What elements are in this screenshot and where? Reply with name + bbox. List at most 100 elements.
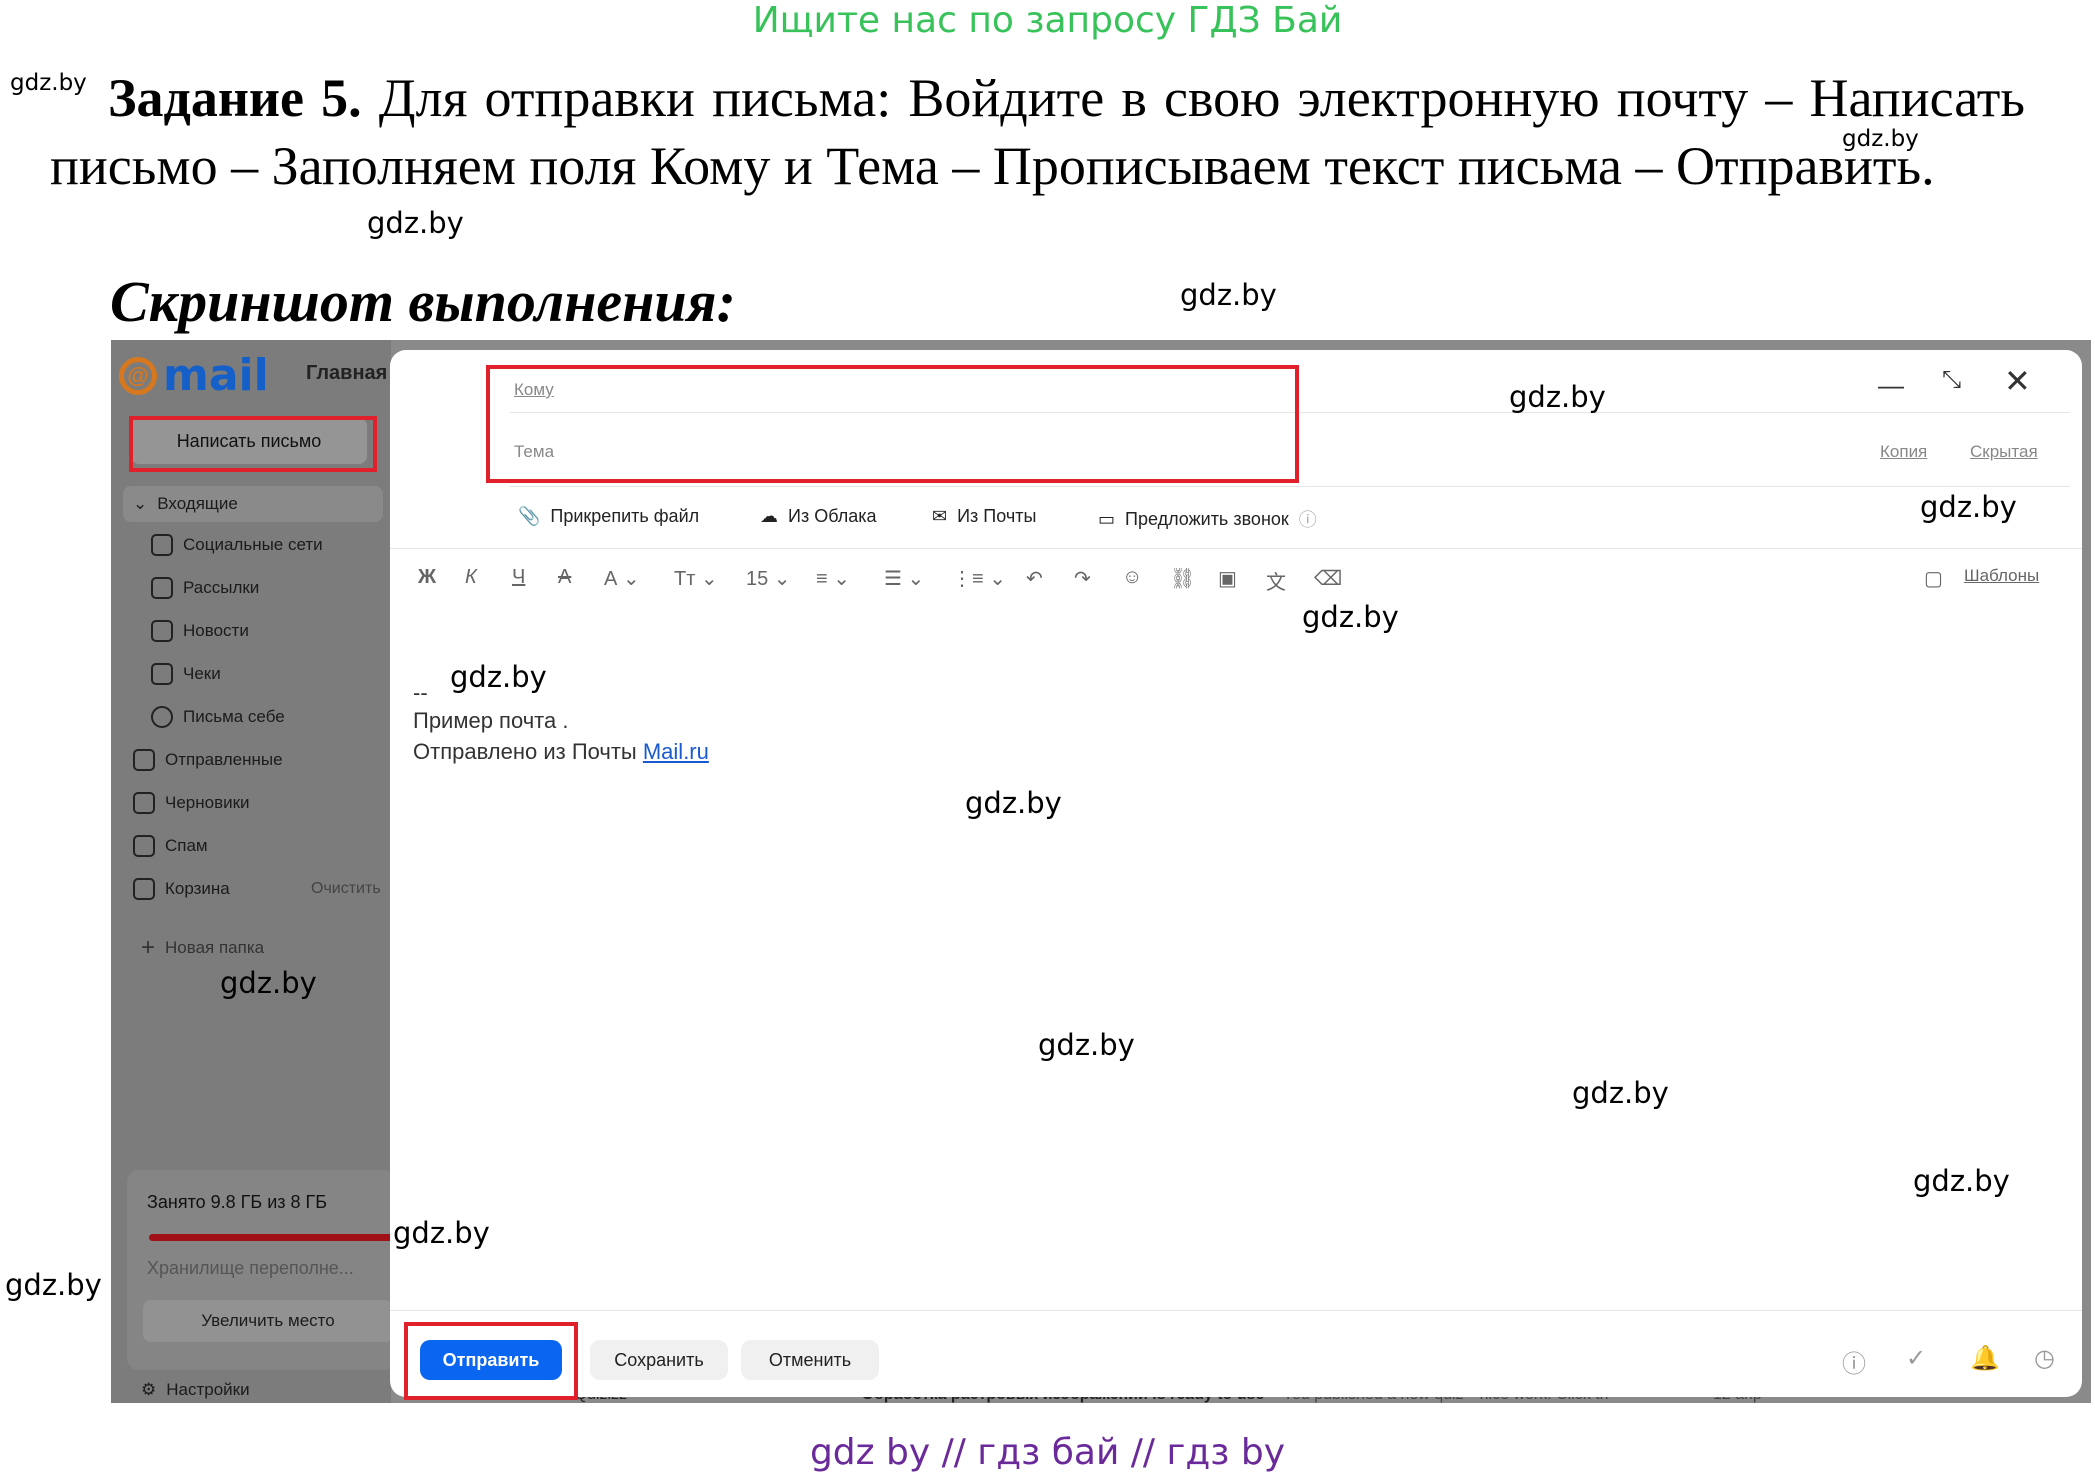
- bcc-link[interactable]: Скрытая: [1970, 442, 2038, 462]
- new-folder-label: Новая папка: [165, 938, 265, 957]
- increase-storage-button[interactable]: Увеличить место: [143, 1300, 393, 1342]
- sidebar-item-label: Отправленные: [165, 750, 283, 769]
- drafts-icon: [133, 792, 155, 814]
- divider: [390, 1310, 2082, 1311]
- sidebar-item-to-self[interactable]: Письма себе: [151, 706, 285, 728]
- highlight-to-subject: [486, 365, 1299, 483]
- emoji-icon[interactable]: ☺: [1122, 566, 1142, 589]
- divider: [390, 548, 2082, 549]
- mail-ru-link[interactable]: Mail.ru: [643, 739, 709, 764]
- link-icon[interactable]: ⛓: [1170, 566, 1195, 591]
- templates-icon: ▢: [1924, 568, 1943, 590]
- new-folder-button[interactable]: + Новая папка: [141, 934, 264, 962]
- task-title: Задание 5.: [108, 68, 362, 128]
- divider: [510, 486, 2070, 487]
- watermark: gdz.by: [1509, 380, 1606, 414]
- sidebar-item-label: Черновики: [165, 793, 250, 812]
- highlight-send: [404, 1322, 578, 1400]
- receipt-check-icon[interactable]: ✓: [1906, 1344, 1926, 1373]
- suggest-call-button[interactable]: ▭ Предложить звонок ⓘ: [1098, 506, 1317, 532]
- settings-link[interactable]: ⚙ Настройки: [141, 1380, 250, 1400]
- watermark: gdz.by: [1180, 278, 1277, 312]
- watermark: gdz.by: [393, 1216, 490, 1250]
- chevron-down-icon: ⌄: [133, 494, 148, 513]
- sidebar-item-news[interactable]: Новости: [151, 620, 249, 642]
- translate-icon[interactable]: 文: [1266, 566, 1286, 595]
- logo-text: mail: [163, 350, 269, 401]
- cancel-button[interactable]: Отменить: [741, 1340, 879, 1380]
- signature-dash: --: [413, 680, 428, 705]
- image-icon[interactable]: ▣: [1218, 566, 1237, 591]
- signature-name: Пример почта .: [413, 708, 569, 733]
- font-size-select[interactable]: 15 ⌄: [746, 566, 791, 591]
- watermark: gdz.by: [367, 206, 464, 240]
- storage-bar: [149, 1234, 409, 1241]
- sidebar-item-trash[interactable]: Корзина: [133, 878, 230, 900]
- bell-icon[interactable]: 🔔: [1970, 1344, 2000, 1373]
- redo-icon[interactable]: ↷: [1074, 566, 1091, 591]
- eraser-icon[interactable]: ⌫: [1314, 566, 1342, 591]
- sidebar-item-sent[interactable]: Отправленные: [133, 749, 283, 771]
- list-icon[interactable]: ⋮≡ ⌄: [952, 566, 1006, 591]
- sidebar-item-label: Письма себе: [183, 707, 285, 726]
- from-mail-button[interactable]: ✉ Из Почты: [932, 506, 1036, 527]
- from-cloud-button[interactable]: ☁ Из Облака: [760, 506, 877, 527]
- attach-label: Прикрепить файл: [550, 506, 700, 526]
- cloud-label: Из Облака: [788, 506, 877, 526]
- screenshot-title: Скриншот выполнения:: [110, 269, 736, 334]
- storage-card: Занято 9.8 ГБ из 8 ГБ Хранилище переполн…: [127, 1170, 409, 1370]
- mail-logo: @ mail: [119, 350, 269, 401]
- sidebar-item-drafts[interactable]: Черновики: [133, 792, 250, 814]
- cc-link[interactable]: Копия: [1880, 442, 1927, 462]
- sidebar-item-label: Корзина: [165, 879, 230, 898]
- sidebar-item-newsletters[interactable]: Рассылки: [151, 577, 259, 599]
- help-icon[interactable]: ⓘ: [1299, 506, 1317, 532]
- sidebar-item-receipts[interactable]: Чеки: [151, 663, 221, 685]
- trash-icon: [133, 878, 155, 900]
- strikethrough-icon[interactable]: А: [558, 566, 571, 589]
- close-icon[interactable]: ✕: [2004, 362, 2031, 400]
- underline-icon[interactable]: Ч: [512, 566, 525, 589]
- priority-icon[interactable]: ⓘ: [1842, 1344, 1866, 1379]
- bold-icon[interactable]: Ж: [418, 566, 436, 589]
- compose-window: Кому Тема — ⤡ ✕ Копия Скрытая 📎 Прикрепит…: [390, 350, 2082, 1400]
- footer-banner: gdz by // гдз бай // гдз by: [809, 1432, 1286, 1473]
- watermark: gdz.by: [1842, 126, 1919, 152]
- main-tab[interactable]: Главная: [306, 362, 387, 385]
- watermark: gdz.by: [1572, 1076, 1669, 1110]
- from-mail-label: Из Почты: [957, 506, 1037, 526]
- call-label: Предложить звонок: [1125, 508, 1289, 529]
- mail-sidebar: @ mail Главная Написать письмо ⌄ Входящие…: [111, 340, 409, 1403]
- cloud-icon: ☁: [760, 506, 778, 526]
- highlight-compose: [129, 416, 377, 472]
- watermark: gdz.by: [5, 1268, 102, 1302]
- attach-file-button[interactable]: 📎 Прикрепить файл: [518, 506, 699, 527]
- sidebar-item-label: Социальные сети: [183, 535, 323, 554]
- templates-link[interactable]: Шаблоны: [1964, 566, 2039, 586]
- storage-warning: Хранилище переполне...: [147, 1258, 354, 1278]
- at-icon: @: [119, 356, 157, 395]
- signature-sent-text: Отправлено из Почты: [413, 739, 637, 764]
- indent-icon[interactable]: ☰ ⌄: [884, 566, 924, 591]
- self-mail-icon: [151, 706, 173, 728]
- spam-icon: [133, 835, 155, 857]
- align-icon[interactable]: ≡ ⌄: [816, 566, 850, 591]
- text-color-icon[interactable]: А ⌄: [604, 566, 640, 591]
- font-size-value: 15: [746, 568, 769, 590]
- collapse-icon[interactable]: ⤡: [1942, 366, 1961, 394]
- save-button[interactable]: Сохранить: [590, 1340, 728, 1380]
- sent-icon: [133, 749, 155, 771]
- news-icon: [151, 620, 173, 642]
- sidebar-item-spam[interactable]: Спам: [133, 835, 208, 857]
- font-style-icon[interactable]: Тт ⌄: [674, 566, 718, 591]
- sidebar-item-label: Входящие: [157, 494, 238, 513]
- sidebar-item-social[interactable]: Социальные сети: [151, 534, 323, 556]
- trash-clear-link[interactable]: Очистить: [311, 880, 381, 898]
- clock-icon[interactable]: ◷: [2034, 1344, 2055, 1373]
- italic-icon[interactable]: К: [465, 566, 477, 589]
- minimize-icon[interactable]: —: [1878, 370, 1904, 401]
- sidebar-item-inbox[interactable]: ⌄ Входящие: [123, 486, 383, 522]
- undo-icon[interactable]: ↶: [1026, 566, 1043, 591]
- task-paragraph: Задание 5. Для отправки письма: Войдите …: [50, 64, 2025, 200]
- newsletter-icon: [151, 577, 173, 599]
